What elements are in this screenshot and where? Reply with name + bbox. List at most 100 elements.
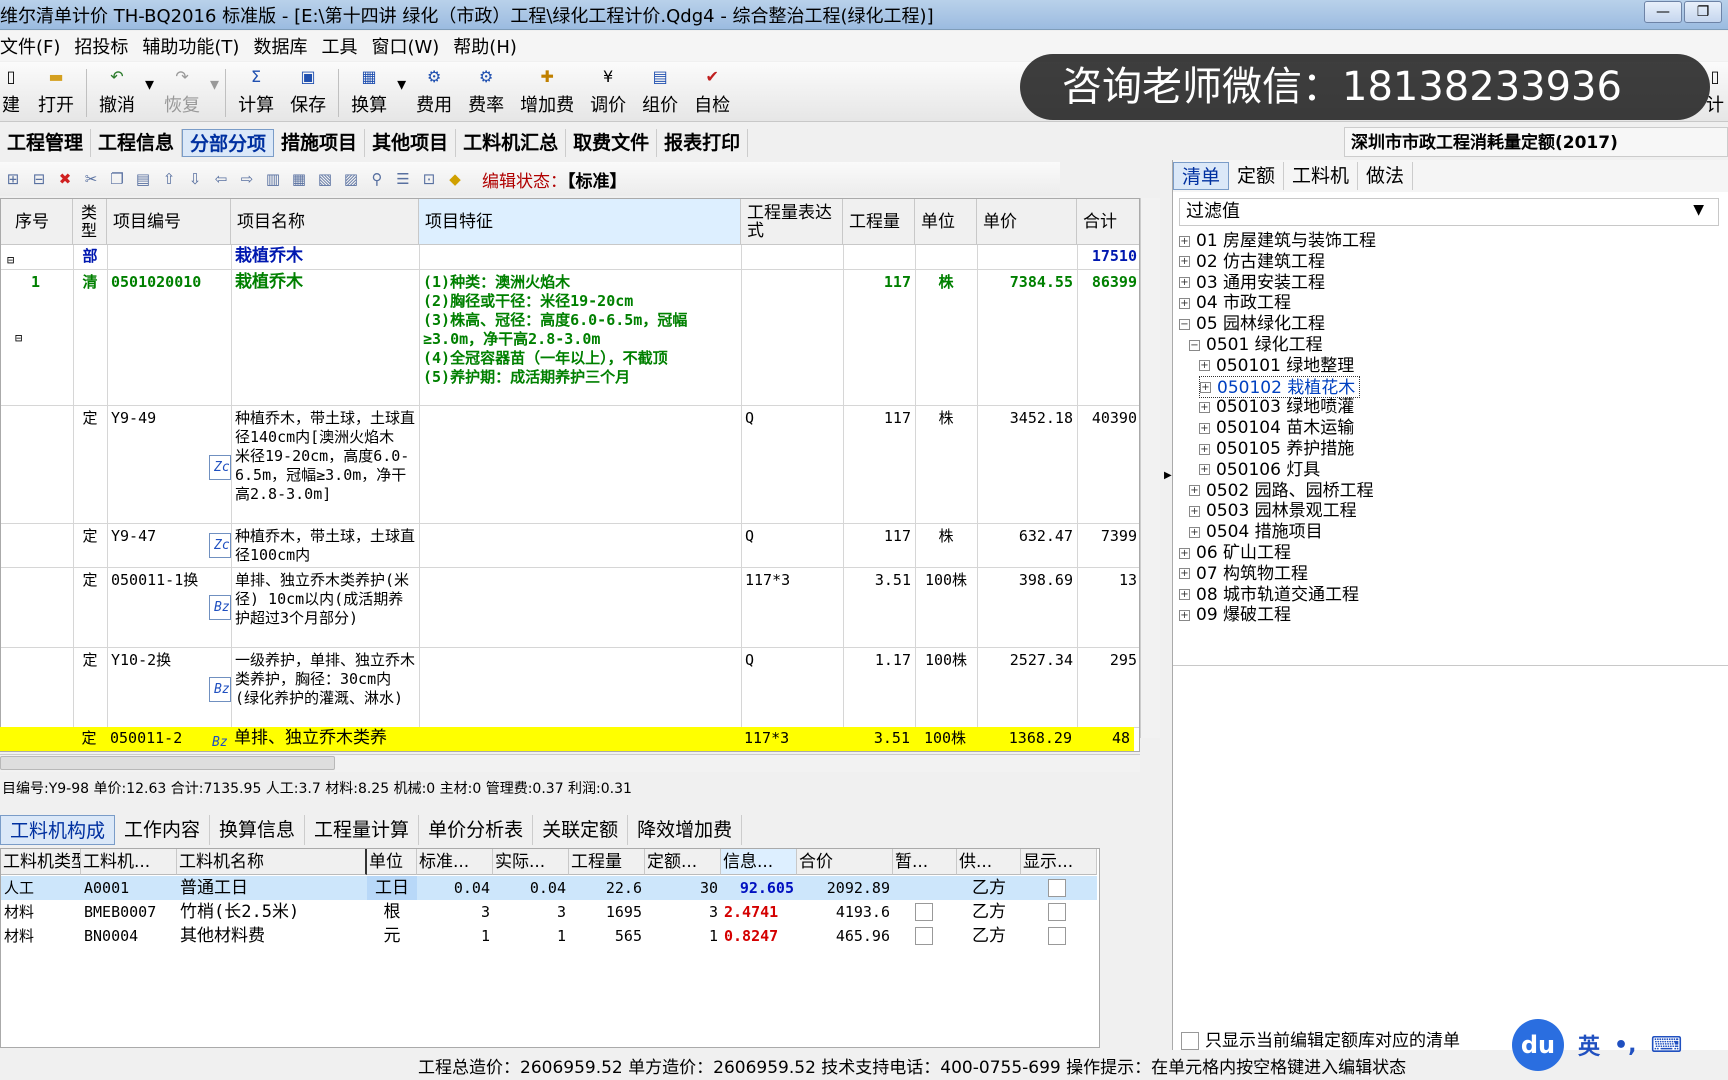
tree-node[interactable]: +050102 栽植花木 (1199, 375, 1361, 398)
sub-col-std[interactable]: 标准... (417, 849, 493, 875)
filter-icon[interactable]: ▨ (340, 170, 362, 188)
sub-row-code[interactable]: BMEB0007 (81, 900, 177, 924)
expand-icon[interactable]: + (1179, 297, 1190, 309)
row-name[interactable]: 一级养护，单排、独立乔木类养护，胸径：30cm内(绿化养护的灌溉、淋水) (231, 649, 419, 727)
sub-col-info[interactable]: 信息... (721, 849, 797, 875)
row-expr[interactable]: Q (741, 407, 843, 430)
new-button[interactable]: ▯ 建 (0, 63, 30, 121)
cut-icon[interactable]: ✂ (80, 170, 102, 188)
sub-col-display[interactable]: 显示... (1021, 849, 1097, 875)
splitter-arrow-icon[interactable]: ▶ (1164, 470, 1172, 481)
expand-icon[interactable]: + (1199, 360, 1210, 372)
row-name[interactable]: 种植乔木，带土球，土球直径140cm内[澳洲火焰木 米径19-20cm，高度6.… (231, 407, 419, 523)
expand-icon[interactable]: + (1179, 568, 1190, 580)
sub-col-temp[interactable]: 暂... (893, 849, 957, 875)
col-header-total[interactable]: 合计 (1077, 199, 1139, 245)
tab-quantity-calc[interactable]: 工程量计算 (305, 815, 420, 845)
undo-button[interactable]: ↶ 撤消 (91, 63, 143, 121)
row-code[interactable]: 0501020010 (107, 271, 231, 294)
tab-unit-price-analysis[interactable]: 单价分析表 (419, 815, 534, 845)
arrow-left-icon[interactable]: ⇦ (210, 170, 232, 188)
adjust-price-button[interactable]: ¥ 调价 (582, 63, 634, 121)
binoculars-icon[interactable]: ⚲ (366, 170, 388, 188)
layout-icon[interactable]: ▥ (262, 170, 284, 188)
menu-database[interactable]: 数据库 (253, 33, 321, 59)
row-name[interactable]: 栽植乔木 (231, 271, 419, 294)
menu-bidding[interactable]: 招投标 (74, 33, 142, 59)
expand-icon[interactable]: + (1189, 505, 1200, 517)
menu-aux[interactable]: 辅助功能(T) (142, 33, 253, 59)
sub-col-type[interactable]: 工料机类型 (1, 849, 81, 875)
tree-node[interactable]: +050101 绿地整理 (1199, 355, 1354, 377)
arrow-down-icon[interactable]: ⇩ (184, 170, 206, 188)
tab-other-items[interactable]: 其他项目 (365, 129, 457, 157)
temp-checkbox[interactable] (915, 903, 933, 921)
scroll-thumb[interactable] (0, 756, 335, 770)
sub-row-supply[interactable]: 乙方 (957, 876, 1021, 900)
copy-icon[interactable]: ❐ (106, 170, 128, 188)
expand-icon[interactable]: + (1179, 277, 1190, 289)
tree-icon[interactable]: ⊡ (418, 170, 440, 188)
sub-row-name[interactable]: 其他材料费 (177, 924, 367, 948)
redo-dropdown[interactable]: ▾ (208, 63, 221, 121)
restore-button[interactable]: ❐ (1684, 1, 1722, 23)
sub-col-code[interactable]: 工料机... (81, 849, 177, 875)
tree-node[interactable]: +02 仿古建筑工程 (1179, 251, 1325, 273)
menu-help[interactable]: 帮助(H) (453, 33, 531, 59)
fee-rate-button[interactable]: ⚙ 费率 (460, 63, 512, 121)
sub-row-info[interactable]: 92.605 (721, 876, 797, 900)
sub-row-supply[interactable]: 乙方 (957, 924, 1021, 948)
col-header-no[interactable]: 序号 (1, 199, 73, 245)
arrow-up-icon[interactable]: ⇧ (158, 170, 180, 188)
tab-work-content[interactable]: 工作内容 (115, 815, 211, 845)
expand-icon[interactable]: + (1189, 526, 1200, 538)
tree-node[interactable]: +050105 养护措施 (1199, 438, 1354, 460)
collapse-toggle-icon[interactable]: ⊟ (11, 327, 26, 350)
expand-icon[interactable]: + (1199, 443, 1210, 455)
expand-icon[interactable]: + (1179, 256, 1190, 268)
col-header-unit[interactable]: 单位 (915, 199, 977, 245)
tree-node[interactable]: +06 矿山工程 (1179, 542, 1291, 564)
ime-punctuation[interactable]: •, (1614, 1033, 1636, 1058)
row-code[interactable]: Y9-49 (107, 407, 231, 430)
sub-row-name[interactable]: 竹梢(长2.5米) (177, 900, 367, 924)
expand-icon[interactable]: + (1179, 547, 1190, 559)
sub-row-code[interactable]: A0001 (81, 876, 177, 900)
selected-row[interactable]: 定 050011-2 Bz 单排、独立乔木类养 117*3 3.51 100株 … (0, 727, 1134, 751)
tree-node[interactable]: +0503 园林景观工程 (1189, 500, 1357, 522)
self-check-button[interactable]: ✔ 自检 (686, 63, 738, 121)
display-checkbox[interactable] (1048, 927, 1066, 945)
keyboard-icon[interactable]: ⌨ (1650, 1033, 1682, 1058)
tab-reports[interactable]: 报表打印 (657, 129, 749, 157)
redo-button[interactable]: ↷ 恢复 (156, 63, 208, 121)
row-name[interactable]: 种植乔木，带土球，土球直径100cm内 (231, 525, 419, 567)
col-header-name[interactable]: 项目名称 (231, 199, 419, 245)
calc-button[interactable]: Σ 计算 (230, 63, 282, 121)
row-qty[interactable]: 117 (843, 525, 915, 548)
col-header-expr[interactable]: 工程量表达式 (741, 199, 843, 245)
fee-button[interactable]: ⚙ 费用 (408, 63, 460, 121)
delete-icon[interactable]: ✖ (54, 170, 76, 188)
tab-fee-files[interactable]: 取费文件 (566, 129, 658, 157)
col-header-price[interactable]: 单价 (977, 199, 1077, 245)
tree-node[interactable]: +04 市政工程 (1179, 292, 1291, 314)
sub-col-name[interactable]: 工料机名称 (177, 849, 367, 875)
sub-col-quota[interactable]: 定额... (645, 849, 721, 875)
tree-node[interactable]: −0501 绿化工程 (1189, 334, 1323, 356)
row-name[interactable]: 单排、独立乔木类养护(米径) 10cm以内(成活期养护超过3个月部分) (231, 569, 419, 647)
arrow-right-icon[interactable]: ⇨ (236, 170, 258, 188)
tree-node[interactable]: +01 房屋建筑与装饰工程 (1179, 230, 1376, 252)
tab-measures[interactable]: 措施项目 (274, 129, 366, 157)
table-icon[interactable]: ▦ (288, 170, 310, 188)
sub-row-info[interactable]: 0.8247 (721, 924, 797, 948)
only-show-checkbox[interactable] (1181, 1032, 1199, 1050)
grid-vertical-scrollbar[interactable] (1140, 198, 1160, 738)
open-button[interactable]: ▬ 打开 (30, 63, 82, 121)
minimize-button[interactable]: — (1644, 1, 1682, 23)
insert-child-icon[interactable]: ⊟ (28, 170, 50, 188)
undo-dropdown[interactable]: ▾ (143, 63, 156, 121)
tab-efficiency-fee[interactable]: 降效增加费 (628, 815, 743, 845)
tree-node[interactable]: +08 城市轨道交通工程 (1179, 584, 1359, 606)
collapse-toggle-icon[interactable]: ⊟ (3, 249, 18, 272)
row-expr[interactable]: 117*3 (741, 569, 843, 592)
